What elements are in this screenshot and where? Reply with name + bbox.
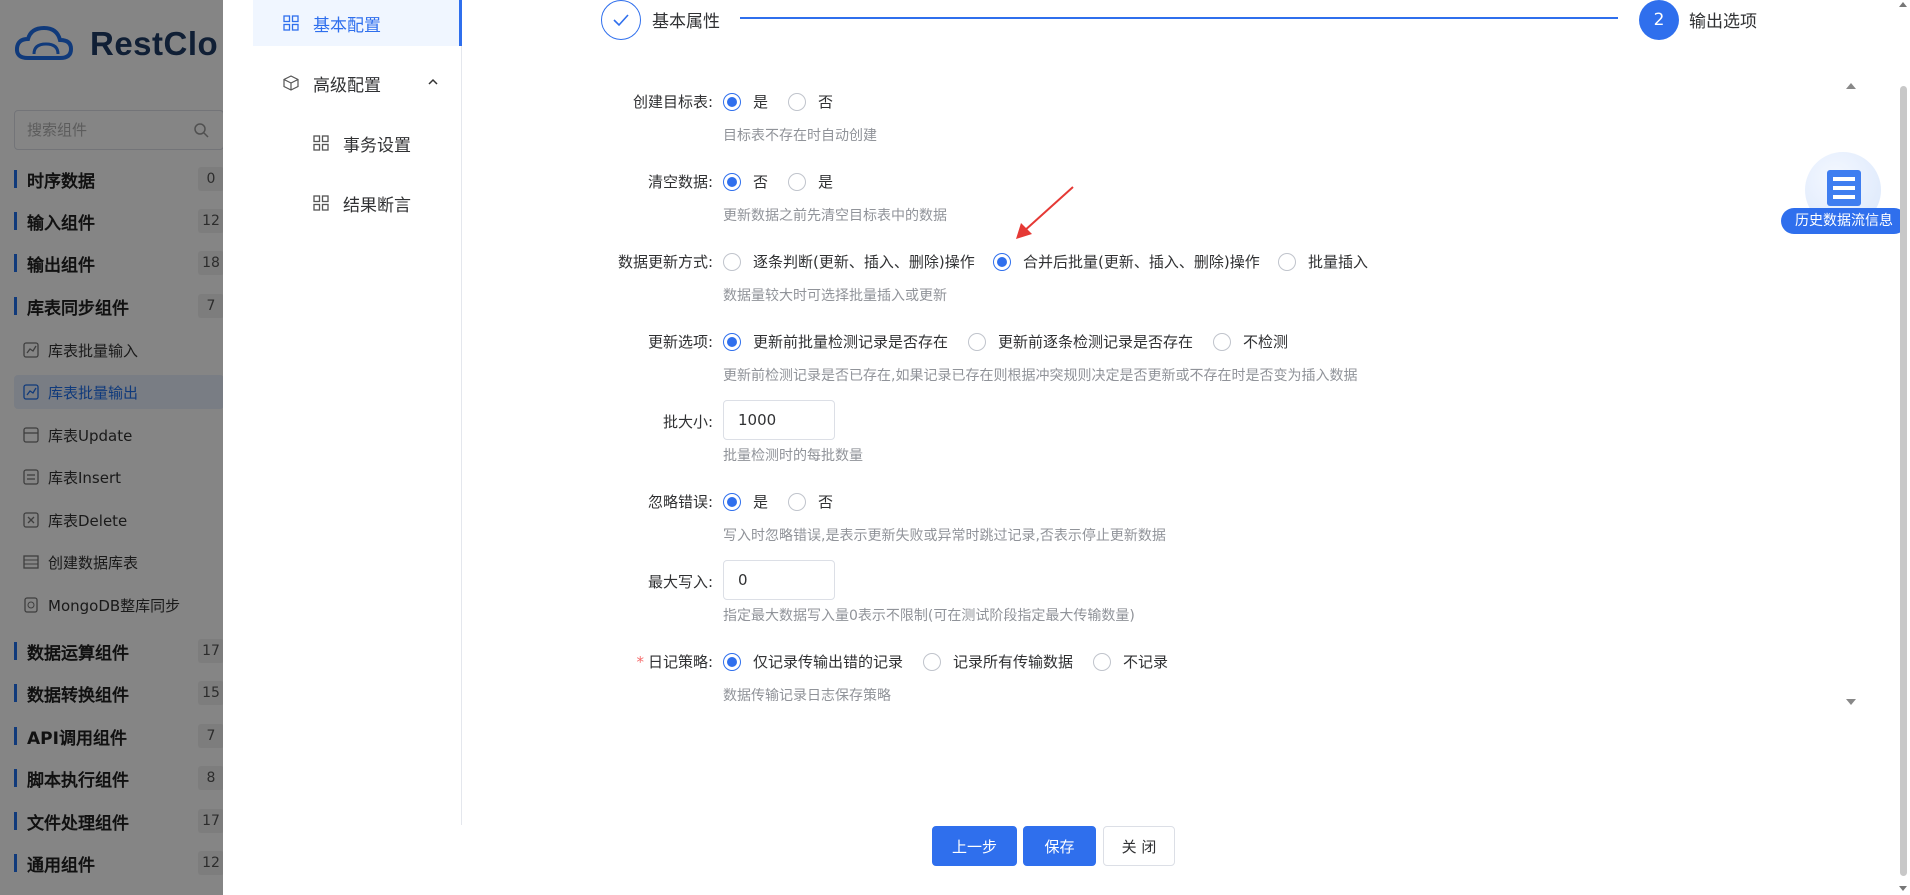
grid-icon: [313, 135, 329, 151]
document-list-icon: [1827, 170, 1861, 206]
nav-transaction-settings[interactable]: 事务设置: [253, 120, 462, 166]
radio-label: 是: [818, 173, 834, 191]
step-2-current[interactable]: 2: [1639, 0, 1679, 40]
radio-create-table-yes[interactable]: 是: [723, 91, 768, 112]
radio-log-none[interactable]: 不记录: [1093, 651, 1168, 672]
history-dataflow-button[interactable]: 历史数据流信息: [1781, 152, 1907, 234]
radio-label: 是: [753, 93, 769, 111]
radio-update-option-batch-check[interactable]: 更新前批量检测记录是否存在: [723, 331, 948, 352]
field-max-write: 最大写入:: [223, 564, 1623, 598]
field-label: 最大写入:: [647, 573, 713, 591]
scrollbar-thumb[interactable]: [1900, 86, 1907, 876]
modal-overlay[interactable]: [0, 0, 223, 895]
scrollbar-up-arrow[interactable]: [1899, 2, 1907, 7]
max-write-input[interactable]: 0: [723, 560, 835, 600]
output-config-dialog: 基本配置 高级配置 事务设置 结果断言 基本属性 2 输出选项 创建目标表: 是…: [223, 0, 1910, 895]
step-connector: [740, 17, 1618, 19]
radio-label: 不记录: [1123, 653, 1169, 671]
radio-label: 不检测: [1243, 333, 1289, 351]
step-1-done[interactable]: [601, 0, 641, 40]
scroll-down-arrow[interactable]: [1846, 699, 1856, 705]
radio-label: 记录所有传输数据: [953, 653, 1074, 671]
batch-size-input[interactable]: 1000: [723, 400, 835, 440]
field-hint: 写入时忽略错误,是表示更新失败或异常时跳过记录,否表示停止更新数据: [723, 528, 1166, 544]
field-log-policy: * 日记策略: 仅记录传输出错的记录 记录所有传输数据 不记录: [223, 644, 1623, 678]
radio-clear-data-no[interactable]: 否: [723, 171, 768, 192]
prev-step-button[interactable]: 上一步: [932, 826, 1017, 866]
grid-icon: [283, 15, 299, 31]
field-label: * 日记策略:: [636, 651, 713, 672]
field-label-text: 日记策略:: [647, 653, 713, 671]
field-hint: 更新数据之前先清空目标表中的数据: [723, 208, 947, 224]
radio-label: 否: [818, 93, 834, 111]
field-label: 数据更新方式:: [617, 253, 713, 271]
save-button[interactable]: 保存: [1023, 826, 1096, 866]
radio-update-mode-batch-insert[interactable]: 批量插入: [1278, 251, 1368, 272]
radio-ignore-error-no[interactable]: 否: [788, 491, 833, 512]
radio-label: 更新前批量检测记录是否存在: [753, 333, 949, 351]
nav-label: 基本配置: [313, 15, 381, 36]
field-batch-size: 批大小:: [223, 404, 1623, 438]
field-label: 创建目标表:: [632, 93, 713, 111]
field-hint: 目标表不存在时自动创建: [723, 128, 877, 144]
radio-create-table-no[interactable]: 否: [788, 91, 833, 112]
scrollbar-down-arrow[interactable]: [1899, 886, 1907, 891]
radio-label: 合并后批量(更新、插入、删除)操作: [1023, 253, 1260, 271]
field-hint: 数据传输记录日志保存策略: [723, 688, 891, 704]
field-update-mode: 数据更新方式: 逐条判断(更新、插入、删除)操作 合并后批量(更新、插入、删除)…: [223, 244, 1623, 278]
annotation-arrow: [1016, 186, 1074, 239]
radio-update-option-no-check[interactable]: 不检测: [1213, 331, 1288, 352]
radio-clear-data-yes[interactable]: 是: [788, 171, 833, 192]
field-label: 更新选项:: [647, 333, 713, 351]
radio-label: 批量插入: [1308, 253, 1369, 271]
field-hint: 批量检测时的每批数量: [723, 448, 863, 464]
nav-label: 事务设置: [343, 135, 411, 156]
field-hint: 更新前检测记录是否已存在,如果记录已存在则根据冲突规则决定是否更新或不存在时是否…: [723, 368, 1358, 384]
history-label: 历史数据流信息: [1781, 208, 1907, 234]
radio-log-errors-only[interactable]: 仅记录传输出错的记录: [723, 651, 903, 672]
radio-label: 更新前逐条检测记录是否存在: [998, 333, 1194, 351]
field-label: 清空数据:: [647, 173, 713, 191]
radio-label: 是: [753, 493, 769, 511]
radio-update-option-row-check[interactable]: 更新前逐条检测记录是否存在: [968, 331, 1193, 352]
field-create-table: 创建目标表: 是 否: [223, 84, 1623, 118]
check-icon: [613, 14, 629, 27]
radio-ignore-error-yes[interactable]: 是: [723, 491, 768, 512]
field-ignore-error: 忽略错误: 是 否: [223, 484, 1623, 518]
required-mark: *: [636, 653, 644, 671]
field-hint: 指定最大数据写入量0表示不限制(可在测试阶段指定最大传输数量): [723, 608, 1135, 624]
radio-log-all[interactable]: 记录所有传输数据: [923, 651, 1073, 672]
step-2-label: 输出选项: [1689, 12, 1757, 32]
scroll-up-arrow[interactable]: [1846, 83, 1856, 89]
nav-basic-config[interactable]: 基本配置: [253, 0, 462, 46]
field-hint: 数据量较大时可选择批量插入或更新: [723, 288, 947, 304]
radio-label: 逐条判断(更新、插入、删除)操作: [753, 253, 975, 271]
field-update-option: 更新选项: 更新前批量检测记录是否存在 更新前逐条检测记录是否存在 不检测: [223, 324, 1623, 358]
field-label: 忽略错误:: [647, 493, 713, 511]
field-label: 批大小:: [662, 413, 713, 431]
radio-update-mode-merge-batch[interactable]: 合并后批量(更新、插入、删除)操作: [993, 251, 1260, 272]
radio-label: 仅记录传输出错的记录: [753, 653, 904, 671]
radio-label: 否: [818, 493, 834, 511]
close-button[interactable]: 关 闭: [1103, 826, 1175, 866]
radio-label: 否: [753, 173, 769, 191]
field-clear-data: 清空数据: 否 是: [223, 164, 1623, 198]
vertical-scrollbar[interactable]: [1897, 0, 1910, 895]
radio-update-mode-row-by-row[interactable]: 逐条判断(更新、插入、删除)操作: [723, 251, 975, 272]
step-1-label: 基本属性: [652, 12, 720, 32]
